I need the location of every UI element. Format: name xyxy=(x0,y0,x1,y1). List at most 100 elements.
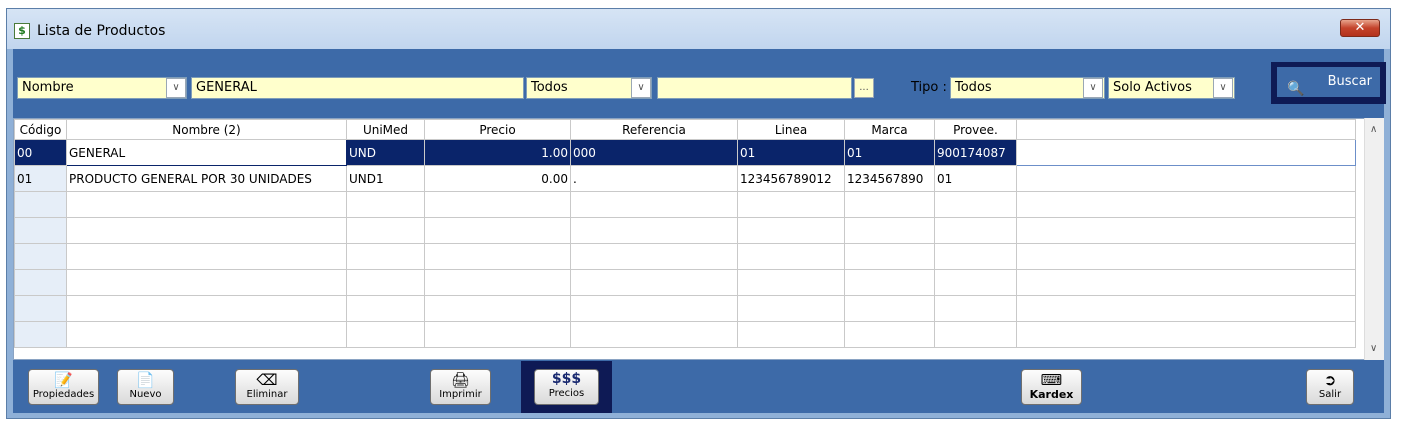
empty-row[interactable] xyxy=(14,295,1356,322)
cell-codigo[interactable]: 00 xyxy=(14,139,67,166)
field-select[interactable]: Nombre xyxy=(17,77,187,99)
cell-referencia[interactable]: 000 xyxy=(570,139,738,166)
cell-precio[interactable]: 0.00 xyxy=(424,165,571,192)
cell-marca[interactable]: 1234567890 xyxy=(844,165,935,192)
cell-nombre[interactable]: PRODUCTO GENERAL POR 30 UNIDADES xyxy=(66,165,347,192)
column-header-unimed[interactable]: UniMed xyxy=(346,119,425,140)
cell-empty xyxy=(66,321,347,348)
cell-empty xyxy=(844,243,935,270)
cell-unimed[interactable]: UND xyxy=(346,139,425,166)
cell-provee[interactable]: 01 xyxy=(934,165,1017,192)
keyboard-icon: ⌨ xyxy=(1040,371,1063,389)
search-input[interactable]: GENERAL xyxy=(191,77,524,99)
propiedades-label: Propiedades xyxy=(32,389,95,400)
cell-linea[interactable]: 01 xyxy=(737,139,845,166)
cell-empty xyxy=(1016,217,1356,244)
cell-empty xyxy=(14,217,67,244)
title-bar: $ Lista de Productos ✕ xyxy=(7,9,1390,49)
printer-icon: 🖨 xyxy=(450,371,471,389)
filter-bar: Nombre ∨ GENERAL Todos ∨ ... Tipo : Todo… xyxy=(13,49,1386,117)
cell-empty xyxy=(934,321,1017,348)
cell-empty xyxy=(346,295,425,322)
nuevo-button[interactable]: 📄 Nuevo xyxy=(117,369,174,405)
table-row[interactable]: 00 GENERAL UND 1.00 000 01 01 900174087 xyxy=(14,139,1356,166)
cell-empty xyxy=(1016,321,1356,348)
cell-linea[interactable]: 123456789012 xyxy=(737,165,845,192)
vertical-scrollbar[interactable]: ∧ ∨ xyxy=(1364,118,1384,360)
cell-empty xyxy=(66,191,347,218)
chevron-down-icon[interactable]: ∨ xyxy=(1370,343,1377,354)
kardex-label: Kardex xyxy=(1029,388,1074,401)
salir-button[interactable]: ➲ Salir xyxy=(1306,369,1354,405)
field-select-chevron-down-icon[interactable]: ∨ xyxy=(166,78,186,98)
cell-empty xyxy=(1016,269,1356,296)
close-button[interactable]: ✕ xyxy=(1340,19,1380,37)
app-icon: $ xyxy=(14,23,30,39)
cell-marca[interactable]: 01 xyxy=(844,139,935,166)
cell-empty xyxy=(424,269,571,296)
cell-referencia[interactable]: . xyxy=(570,165,738,192)
propiedades-button[interactable]: 📝 Propiedades xyxy=(28,369,99,405)
scope-text-input[interactable] xyxy=(657,77,852,99)
products-grid[interactable]: Código Nombre (2) UniMed Precio Referenc… xyxy=(13,118,1374,360)
column-header-referencia[interactable]: Referencia xyxy=(570,119,738,140)
magnifier-icon: 🔍 xyxy=(1287,81,1305,97)
cell-empty xyxy=(737,191,845,218)
column-header-provee[interactable]: Provee. xyxy=(934,119,1017,140)
cell-empty xyxy=(570,295,738,322)
kardex-button[interactable]: ⌨ Kardex xyxy=(1021,369,1082,405)
empty-row[interactable] xyxy=(14,243,1356,270)
scope-select-chevron-down-icon[interactable]: ∨ xyxy=(631,78,651,98)
status-select-chevron-down-icon[interactable]: ∨ xyxy=(1213,78,1233,98)
search-button-label: Buscar xyxy=(1327,74,1372,89)
cell-codigo[interactable]: 01 xyxy=(14,165,67,192)
empty-row[interactable] xyxy=(14,321,1356,348)
cell-empty xyxy=(737,217,845,244)
cell-provee[interactable]: 900174087 xyxy=(934,139,1017,166)
column-header-blank xyxy=(1016,119,1356,140)
table-row[interactable]: 01 PRODUCTO GENERAL POR 30 UNIDADES UND1… xyxy=(14,165,1356,192)
search-button[interactable]: 🔍 Buscar xyxy=(1277,67,1380,97)
dollar-signs-icon: $$$ xyxy=(551,371,582,387)
cell-empty xyxy=(346,217,425,244)
column-header-marca[interactable]: Marca xyxy=(844,119,935,140)
chevron-up-icon[interactable]: ∧ xyxy=(1370,124,1377,135)
browse-button[interactable]: ... xyxy=(854,78,874,98)
tipo-select[interactable]: Todos xyxy=(950,77,1105,99)
precios-button[interactable]: $$$ Precios xyxy=(534,369,599,405)
column-header-codigo[interactable]: Código xyxy=(14,119,67,140)
cell-empty xyxy=(934,269,1017,296)
search-button-highlight: 🔍 Buscar xyxy=(1271,62,1386,104)
cell-empty xyxy=(737,243,845,270)
imprimir-button[interactable]: 🖨 Imprimir xyxy=(430,369,491,405)
column-header-precio[interactable]: Precio xyxy=(424,119,571,140)
client-area: Nombre ∨ GENERAL Todos ∨ ... Tipo : Todo… xyxy=(13,49,1386,413)
cell-unimed[interactable]: UND1 xyxy=(346,165,425,192)
salir-label: Salir xyxy=(1318,389,1342,400)
empty-row[interactable] xyxy=(14,217,1356,244)
cell-empty xyxy=(424,243,571,270)
empty-row[interactable] xyxy=(14,191,1356,218)
cell-empty xyxy=(424,191,571,218)
cell-empty xyxy=(66,295,347,322)
precios-button-highlight: $$$ Precios xyxy=(521,361,612,413)
imprimir-label: Imprimir xyxy=(439,389,482,400)
tipo-select-chevron-down-icon[interactable]: ∨ xyxy=(1083,78,1103,98)
cell-empty xyxy=(934,217,1017,244)
empty-row[interactable] xyxy=(14,269,1356,296)
product-list-window: $ Lista de Productos ✕ Nombre ∨ GENERAL … xyxy=(6,8,1391,419)
cell-empty xyxy=(934,243,1017,270)
cell-empty xyxy=(66,269,347,296)
cell-nombre-editing[interactable]: GENERAL xyxy=(66,139,347,166)
cell-empty xyxy=(570,243,738,270)
eliminar-label: Eliminar xyxy=(246,389,288,400)
column-header-nombre[interactable]: Nombre (2) xyxy=(66,119,347,140)
header-row: Código Nombre (2) UniMed Precio Referenc… xyxy=(14,119,1356,140)
cell-precio[interactable]: 1.00 xyxy=(424,139,571,166)
cell-empty xyxy=(934,295,1017,322)
cell-empty xyxy=(844,321,935,348)
eliminar-button[interactable]: ⌫ Eliminar xyxy=(235,369,299,405)
column-header-linea[interactable]: Linea xyxy=(737,119,845,140)
precios-label: Precios xyxy=(548,388,585,399)
cell-empty xyxy=(844,191,935,218)
